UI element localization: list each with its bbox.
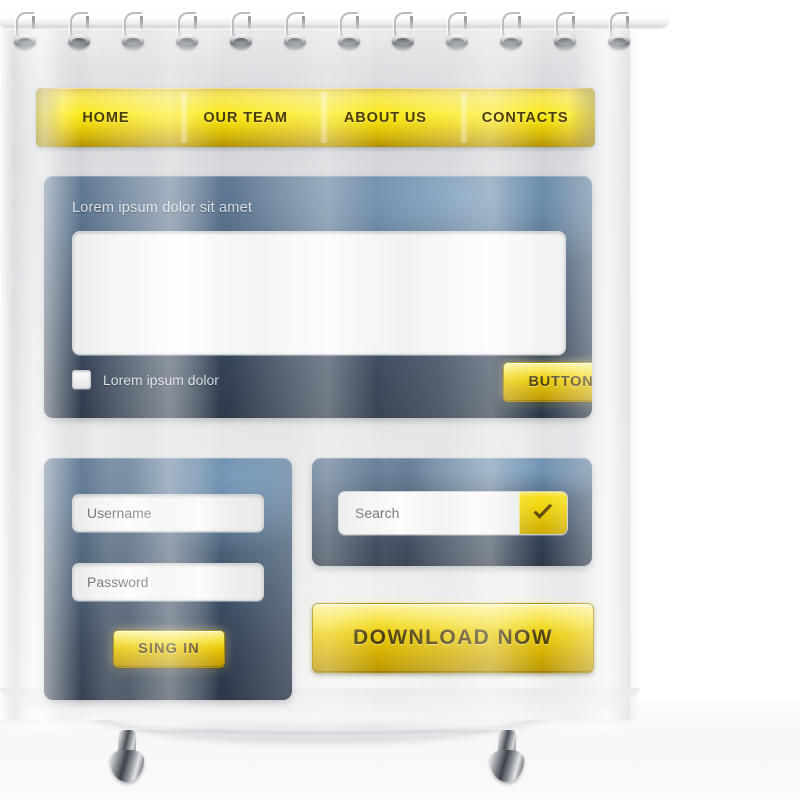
terms-checkbox-row[interactable]: Lorem ipsum dolor [72,370,219,389]
username-placeholder: Username [87,505,152,521]
search-bar[interactable]: Search [338,491,568,535]
search-input[interactable]: Search [339,492,519,534]
main-panel-title: Lorem ipsum dolor sit amet [72,200,253,216]
search-submit-button[interactable] [519,492,567,534]
submit-button[interactable]: BUTTON [503,362,592,402]
terms-checkbox-label: Lorem ipsum dolor [103,371,219,388]
message-textarea[interactable] [72,231,566,355]
nav-item-home[interactable]: HOME [36,104,176,132]
username-field[interactable]: Username [72,494,264,532]
shower-curtain-scene: HOME OUR TEAM ABOUT US CONTACTS Lorem ip… [0,0,800,800]
terms-checkbox[interactable] [72,370,91,389]
search-placeholder: Search [355,505,400,521]
nav-item-our-team[interactable]: OUR TEAM [176,104,316,132]
main-content-panel: Lorem ipsum dolor sit amet Lorem ipsum d… [44,176,592,418]
checkmark-icon [531,503,555,523]
password-field[interactable]: Password [72,563,264,601]
main-navigation[interactable]: HOME OUR TEAM ABOUT US CONTACTS [36,88,595,147]
download-now-button[interactable]: DOWNLOAD NOW [312,603,594,673]
login-panel: Username Password SING IN [44,458,292,700]
ui-kit-print: HOME OUR TEAM ABOUT US CONTACTS Lorem ip… [0,0,630,800]
nav-item-contacts[interactable]: CONTACTS [455,104,595,132]
nav-item-about-us[interactable]: ABOUT US [316,104,456,132]
sign-in-button[interactable]: SING IN [113,630,225,668]
search-panel: Search [312,458,592,566]
password-placeholder: Password [87,574,149,590]
